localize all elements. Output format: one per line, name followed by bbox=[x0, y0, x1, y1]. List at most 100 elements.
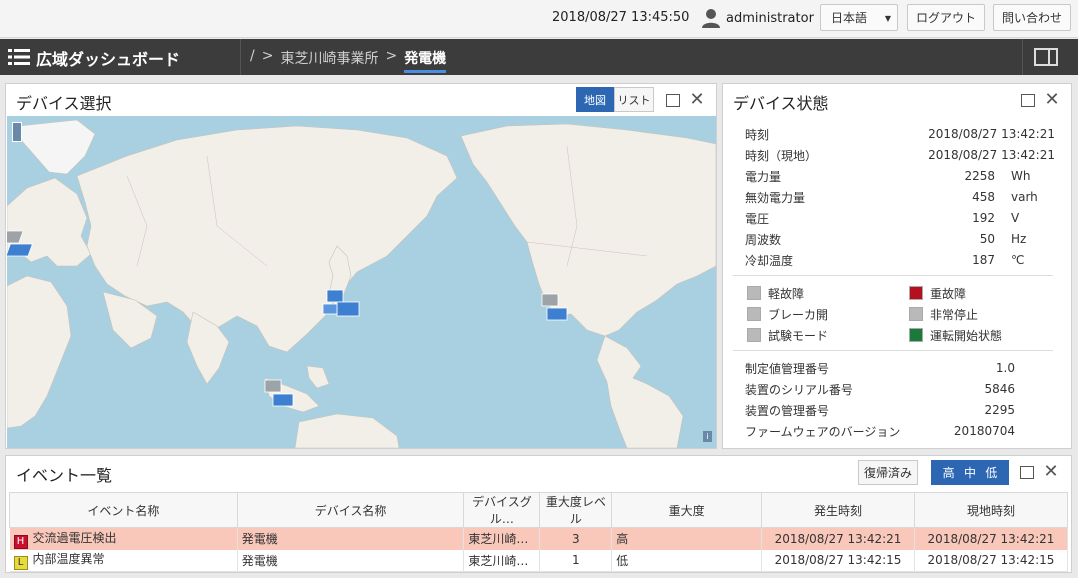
state-label: 無効電力量 bbox=[745, 190, 806, 205]
table-row[interactable]: L 内部温度異常 発電機 東芝川崎… 1 低 2018/08/27 13:42:1… bbox=[9, 549, 1069, 572]
user-name: administrator bbox=[726, 10, 814, 26]
severity-level: 3 bbox=[539, 527, 613, 550]
event-name: 交流過電圧検出 bbox=[32, 530, 117, 545]
menu-icon[interactable] bbox=[8, 47, 30, 67]
indicator-emergency-stop: 非常停止 bbox=[909, 305, 978, 323]
breadcrumb-separator: > bbox=[385, 48, 398, 64]
current-datetime: 2018/08/27 13:45:50 bbox=[552, 10, 690, 25]
info-row-serial-number: 装置のシリアル番号 5846 bbox=[745, 379, 1055, 399]
device-name: 発電機 bbox=[237, 527, 465, 550]
column-header[interactable]: デバイス名称 bbox=[236, 492, 465, 528]
close-icon[interactable]: ✕ bbox=[689, 91, 705, 109]
breadcrumb-root[interactable]: / bbox=[250, 48, 255, 73]
severity-filter[interactable]: 高 中 低 bbox=[931, 460, 1009, 485]
tab-map[interactable]: 地図 bbox=[576, 87, 614, 112]
state-unit: V bbox=[1011, 211, 1020, 225]
contact-button[interactable]: 問い合わせ bbox=[993, 4, 1071, 31]
severity-high-toggle[interactable]: 高 bbox=[943, 464, 955, 481]
device-state-panel: デバイス状態 ✕ 時刻 2018/08/27 13:42:21 時刻（現地） 2… bbox=[722, 83, 1072, 449]
state-row-cooling-temp: 冷却温度 187 ℃ bbox=[745, 250, 1055, 270]
severity-medium-toggle[interactable]: 中 bbox=[964, 464, 976, 481]
indicator-label: 軽故障 bbox=[768, 286, 805, 301]
indicator-label: 運転開始状態 bbox=[930, 328, 1003, 343]
device-name: 発電機 bbox=[237, 549, 465, 572]
info-value: 2295 bbox=[984, 403, 1015, 417]
restored-filter-button[interactable]: 復帰済み bbox=[858, 460, 918, 485]
state-row-frequency: 周波数 50 Hz bbox=[745, 229, 1055, 249]
close-icon[interactable]: ✕ bbox=[1044, 91, 1060, 109]
maximize-icon[interactable] bbox=[666, 94, 680, 107]
status-indicator bbox=[909, 307, 923, 321]
app-title: 広域ダッシュボード bbox=[36, 50, 181, 69]
nav-bar: 広域ダッシュボード / > 東芝川崎事業所 > 発電機 bbox=[0, 39, 1078, 75]
state-label: 周波数 bbox=[745, 232, 782, 247]
severity-level: 1 bbox=[539, 549, 613, 572]
event-table: イベント名称 デバイス名称 デバイスグル… 重大度レベル 重大度 発生時刻 現地… bbox=[9, 492, 1069, 572]
table-row[interactable]: H 交流過電圧検出 発電機 東芝川崎… 3 高 2018/08/27 13:42:… bbox=[9, 527, 1069, 550]
nav-divider bbox=[1022, 39, 1023, 75]
status-indicator bbox=[909, 328, 923, 342]
severity-badge: H bbox=[13, 534, 28, 549]
close-icon[interactable]: ✕ bbox=[1043, 463, 1059, 481]
user-menu[interactable]: administrator bbox=[700, 6, 814, 30]
info-label: 装置の管理番号 bbox=[745, 403, 830, 418]
panel-header: デバイス状態 ✕ bbox=[723, 84, 1071, 116]
device-group: 東芝川崎… bbox=[463, 527, 541, 550]
top-bar: 2018/08/27 13:45:50 administrator 日本語 ▼ … bbox=[0, 0, 1078, 38]
event-name: 内部温度異常 bbox=[32, 552, 105, 567]
breadcrumb-current: 発電機 bbox=[404, 48, 447, 73]
status-indicator bbox=[909, 286, 923, 300]
status-indicator bbox=[747, 286, 761, 300]
state-row-reactive-energy: 無効電力量 458 varh bbox=[745, 187, 1055, 207]
indicator-test-mode: 試験モード bbox=[747, 326, 828, 344]
state-value: 192 bbox=[972, 211, 995, 225]
zoom-control[interactable] bbox=[12, 122, 22, 142]
event-list-panel: イベント一覧 復帰済み 高 中 低 ✕ イベント名称 デバイス名称 デバイスグル… bbox=[5, 455, 1072, 573]
occurred-time: 2018/08/27 13:42:21 bbox=[761, 527, 915, 550]
column-header[interactable]: イベント名称 bbox=[9, 492, 238, 528]
indicator-major-fault: 重故障 bbox=[909, 284, 966, 302]
state-value: 2018/08/27 13:42:21 bbox=[928, 148, 1055, 162]
state-unit: Hz bbox=[1011, 232, 1027, 246]
info-value: 5846 bbox=[984, 382, 1015, 396]
severity: 高 bbox=[611, 527, 763, 550]
breadcrumb: / > 東芝川崎事業所 > 発電機 bbox=[250, 48, 447, 73]
state-unit: Wh bbox=[1011, 169, 1031, 183]
maximize-icon[interactable] bbox=[1020, 466, 1034, 479]
breadcrumb-site[interactable]: 東芝川崎事業所 bbox=[280, 48, 378, 73]
table-header: イベント名称 デバイス名称 デバイスグル… 重大度レベル 重大度 発生時刻 現地… bbox=[9, 492, 1069, 528]
panel-title: デバイス選択 bbox=[16, 94, 112, 113]
divider bbox=[733, 350, 1053, 351]
column-header[interactable]: 発生時刻 bbox=[761, 492, 915, 528]
state-row-time: 時刻 2018/08/27 13:42:21 bbox=[745, 124, 1055, 144]
state-value: 2018/08/27 13:42:21 bbox=[928, 127, 1055, 141]
column-header[interactable]: デバイスグル… bbox=[463, 492, 541, 528]
state-label: 時刻（現地） bbox=[745, 148, 818, 163]
indicator-breaker-open: ブレーカ開 bbox=[747, 305, 828, 323]
indicator-running: 運転開始状態 bbox=[909, 326, 1002, 344]
language-select[interactable]: 日本語 ▼ bbox=[820, 4, 898, 31]
panel-layout-icon[interactable] bbox=[1034, 48, 1058, 66]
language-label: 日本語 bbox=[831, 11, 868, 25]
info-label: 制定値管理番号 bbox=[745, 361, 830, 376]
map-canvas bbox=[7, 119, 716, 448]
column-header[interactable]: 重大度レベル bbox=[539, 492, 613, 528]
panel-header: イベント一覧 復帰済み 高 中 低 ✕ bbox=[6, 456, 1071, 488]
state-label: 時刻 bbox=[745, 127, 770, 142]
tab-list[interactable]: リスト bbox=[614, 87, 654, 112]
indicator-label: 試験モード bbox=[768, 328, 829, 343]
state-row-energy: 電力量 2258 Wh bbox=[745, 166, 1055, 186]
panel-title: デバイス状態 bbox=[733, 94, 829, 113]
maximize-icon[interactable] bbox=[1021, 94, 1035, 107]
panel-title: イベント一覧 bbox=[16, 466, 113, 485]
severity-low-toggle[interactable]: 低 bbox=[985, 464, 997, 481]
column-header[interactable]: 重大度 bbox=[611, 492, 763, 528]
logout-button[interactable]: ログアウト bbox=[907, 4, 985, 31]
state-row-local-time: 時刻（現地） 2018/08/27 13:42:21 bbox=[745, 145, 1055, 165]
occurred-time: 2018/08/27 13:42:15 bbox=[761, 549, 915, 572]
info-value: 1.0 bbox=[995, 361, 1015, 375]
info-icon[interactable]: i bbox=[703, 431, 712, 442]
column-header[interactable]: 現地時刻 bbox=[913, 492, 1069, 528]
world-map[interactable]: i bbox=[7, 116, 716, 448]
device-select-panel: デバイス選択 地図 リスト ✕ i bbox=[5, 83, 717, 449]
